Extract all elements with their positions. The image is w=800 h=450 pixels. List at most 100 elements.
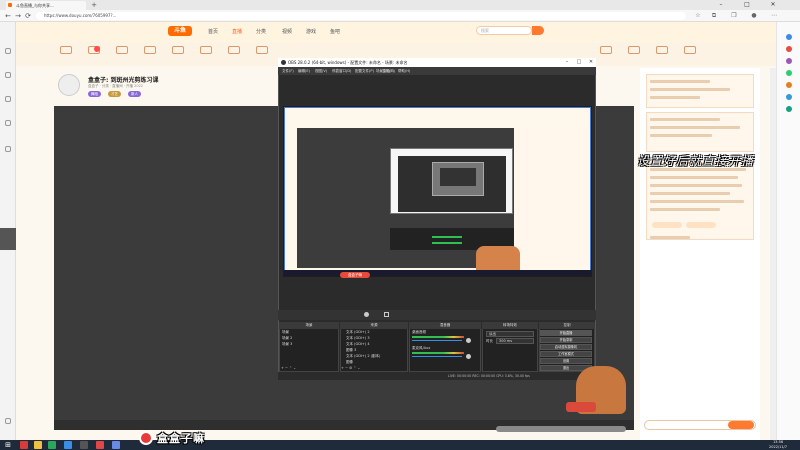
forward-icon[interactable]: → (13, 11, 23, 21)
start-recording-button[interactable]: 开始录制 (540, 337, 592, 343)
refresh-icon[interactable]: ⟳ (23, 11, 33, 21)
source-item[interactable]: 图像 3 (346, 348, 356, 353)
virtual-camera-button[interactable]: 启动虚拟摄像机 (540, 344, 592, 350)
obs-menu-help[interactable]: 帮助(H) (398, 67, 410, 75)
url-field[interactable]: https://www.douyu.com/7605997?... (36, 12, 686, 20)
source-item[interactable]: 文本 (GDI+) 2 (副本) (346, 354, 380, 359)
scene-item[interactable]: 场景 (282, 330, 289, 335)
scene-add-button[interactable]: + − ⌃ ⌄ (281, 366, 296, 370)
nav-link-category[interactable]: 分类 (256, 28, 266, 35)
shopping-icon[interactable] (786, 46, 792, 52)
profile-icon[interactable]: ● (750, 12, 758, 20)
sub-icon-7[interactable] (228, 46, 240, 54)
obs-menu-edit[interactable]: 编辑(E) (298, 67, 310, 75)
sidebar-video[interactable] (3, 146, 13, 160)
room-tag[interactable]: 才艺 (108, 91, 121, 97)
tools-icon[interactable] (786, 58, 792, 64)
transition-select[interactable]: 淡出 (486, 331, 534, 337)
send-button[interactable] (728, 421, 754, 429)
sub-icon-4[interactable] (144, 46, 156, 54)
close-button[interactable]: ✕ (766, 0, 780, 10)
douyu-logo[interactable]: 斗鱼 (168, 26, 192, 36)
gift-bar[interactable] (496, 426, 626, 432)
search-side-icon[interactable] (786, 34, 792, 40)
sidebar-collapse-handle[interactable] (0, 228, 16, 250)
minimize-button[interactable]: – (714, 0, 728, 10)
source-item[interactable]: 文本 (GDI+) 2 (346, 330, 370, 335)
source-add-button[interactable]: + − ⚙ ⌃ ⌄ (341, 366, 360, 370)
source-item[interactable]: 文本 (GDI+) 4 (346, 342, 370, 347)
nav-link-home[interactable]: 首页 (208, 28, 218, 35)
scene-item[interactable]: 场景 3 (282, 342, 292, 347)
studio-mode-button[interactable]: 工作室模式 (540, 351, 592, 357)
outlook-icon[interactable] (786, 94, 792, 100)
nav-link-live[interactable]: 直播 (232, 28, 242, 35)
obs-minimize-button[interactable]: – (562, 58, 572, 67)
duration-input[interactable]: 300 ms (496, 338, 534, 344)
obs-close-button[interactable]: ✕ (586, 58, 596, 67)
volume-slider[interactable] (412, 356, 462, 357)
sidebar-home[interactable] (3, 48, 13, 62)
wechat-icon[interactable] (48, 441, 56, 449)
sidebar-follow[interactable] (3, 72, 13, 86)
taskbar-clock[interactable]: 13:56 2022/11/7 (760, 440, 796, 450)
sub-icon-r2[interactable] (628, 46, 640, 54)
obs-menu-docks[interactable]: 停靠窗口(D) (332, 67, 351, 75)
obs-menu-file[interactable]: 文件(F) (282, 67, 294, 75)
browser-tab[interactable]: 斗鱼直播_与你共享... (6, 1, 86, 10)
obs-menu-profile[interactable]: 配置文件(P) (355, 67, 374, 75)
room-tag[interactable]: 新人 (128, 91, 141, 97)
sub-icon-r4[interactable] (684, 46, 696, 54)
menu-icon[interactable]: ⋯ (770, 12, 778, 20)
app-icon-3[interactable] (112, 441, 120, 449)
search-icon[interactable] (532, 26, 544, 35)
folder-icon[interactable] (34, 441, 42, 449)
windows-start-icon[interactable]: ⊞ (4, 441, 12, 449)
new-tab-button[interactable]: + (90, 1, 98, 9)
chat-pill[interactable] (652, 222, 682, 228)
sub-icon-r1[interactable] (600, 46, 612, 54)
app-icon-2[interactable] (96, 441, 104, 449)
chat-pill[interactable] (686, 222, 716, 228)
mute-icon[interactable] (466, 354, 471, 359)
sub-icon-8[interactable] (256, 46, 268, 54)
sidebar-settings[interactable] (3, 418, 13, 432)
back-icon[interactable]: ← (3, 11, 13, 21)
maximize-button[interactable]: □ (740, 0, 754, 10)
settings-button[interactable]: 设置 (540, 358, 592, 364)
gear-icon[interactable] (364, 312, 369, 317)
obs-taskbar-icon[interactable] (80, 441, 88, 449)
games-icon[interactable] (786, 70, 792, 76)
sub-icon-5[interactable] (172, 46, 184, 54)
sub-icon-r3[interactable] (656, 46, 668, 54)
filter-icon[interactable] (384, 312, 389, 317)
room-tag[interactable]: 舞蹈 (88, 91, 101, 97)
source-item[interactable]: 文本 (GDI+) 3 (346, 336, 370, 341)
office-icon[interactable] (786, 82, 792, 88)
nav-link-game[interactable]: 游戏 (306, 28, 316, 35)
obs-menu-tools[interactable]: 工具(T) (382, 67, 394, 75)
obs-menu-view[interactable]: 视图(V) (315, 67, 327, 75)
nav-link-yuba[interactable]: 鱼吧 (330, 28, 340, 35)
sub-icon-6[interactable] (200, 46, 212, 54)
sub-icon-1[interactable] (60, 46, 72, 54)
mute-icon[interactable] (466, 338, 471, 343)
source-item[interactable]: 图像 (346, 360, 353, 365)
sidebar-category[interactable] (3, 96, 13, 110)
sub-icon-3[interactable] (116, 46, 128, 54)
scene-item[interactable]: 场景 2 (282, 336, 292, 341)
star-icon[interactable]: ☆ (694, 12, 702, 20)
search-input[interactable]: 搜索 (476, 26, 532, 35)
streamer-avatar[interactable] (58, 74, 80, 96)
obs-titlebar[interactable]: OBS 28.0.2 (64-bit, windows) - 配置文件: 未命名… (278, 58, 596, 67)
add-icon[interactable] (786, 106, 792, 112)
extensions-icon[interactable]: ⧉ (710, 12, 718, 20)
start-streaming-button[interactable]: 开始直播 (540, 330, 592, 336)
app-icon[interactable] (20, 441, 28, 449)
sidebar-game[interactable] (3, 120, 13, 134)
volume-slider[interactable] (412, 340, 462, 341)
obs-maximize-button[interactable]: □ (574, 58, 584, 67)
edge-icon[interactable] (64, 441, 72, 449)
collections-icon[interactable]: ❐ (730, 12, 738, 20)
nav-link-video[interactable]: 视频 (282, 28, 292, 35)
